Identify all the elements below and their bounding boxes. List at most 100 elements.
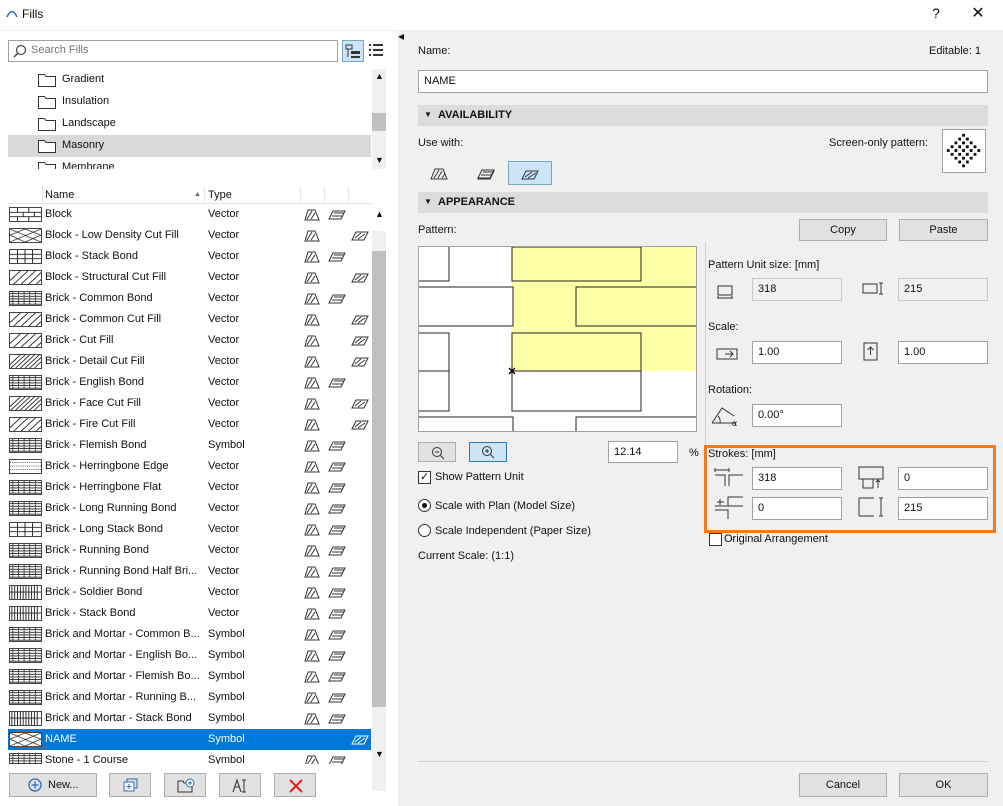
rotation-field[interactable]: 0.00° — [752, 404, 842, 427]
scale-x-field[interactable]: 1.00 — [752, 341, 842, 364]
scale-y-icon — [863, 342, 878, 361]
delete-button[interactable] — [274, 773, 316, 797]
list-scroll-thumb[interactable] — [372, 251, 386, 707]
fill-row[interactable]: Brick and Mortar - Stack Bond Symbol — [8, 708, 371, 729]
fill-row[interactable]: Brick - Herringbone Edge Vector — [8, 456, 371, 477]
new-folder-button[interactable] — [164, 773, 206, 797]
fill-type: Vector — [208, 502, 240, 514]
fill-row[interactable]: Brick - Flemish Bond Symbol — [8, 435, 371, 456]
use-with-walls-toggle[interactable] — [418, 161, 462, 185]
fill-type: Symbol — [208, 733, 245, 745]
fills-browser-panel: Gradient Insulation Landscape Masonry Membra… — [0, 31, 398, 806]
rename-button[interactable] — [219, 773, 261, 797]
fill-row[interactable]: Block - Low Density Cut Fill Vector — [8, 225, 371, 246]
fill-row[interactable]: Brick and Mortar - Common B... Symbol — [8, 624, 371, 645]
unit-size-label: Pattern Unit size: [mm] — [708, 259, 820, 271]
availability-section-header[interactable]: ▼ AVAILABILITY — [418, 105, 988, 126]
fill-row[interactable]: Brick - Detail Cut Fill Vector — [8, 351, 371, 372]
tree-view-button[interactable] — [342, 40, 364, 62]
new-button[interactable]: New... — [9, 773, 97, 797]
fill-row[interactable]: Block - Structural Cut Fill Vector — [8, 267, 371, 288]
cover-fill-icon — [328, 483, 346, 493]
fill-row[interactable]: Brick and Mortar - Running B... Symbol — [8, 687, 371, 708]
footer-separator — [418, 761, 988, 762]
fill-row[interactable]: Brick - Fire Cut Fill Vector — [8, 414, 371, 435]
fill-row[interactable]: Brick - English Bond Vector — [8, 372, 371, 393]
scale-with-plan-radio[interactable] — [418, 499, 431, 512]
fill-row[interactable]: Brick - Running Bond Vector — [8, 540, 371, 561]
fill-row[interactable]: Brick - Running Bond Half Bri... Vector — [8, 561, 371, 582]
appearance-section-header[interactable]: ▼ APPEARANCE — [418, 192, 988, 213]
appearance-title: APPEARANCE — [438, 196, 516, 208]
copy-button[interactable]: Copy — [799, 219, 887, 241]
help-button[interactable]: ? — [926, 5, 946, 25]
duplicate-icon — [123, 778, 138, 792]
fill-type: Vector — [208, 313, 240, 325]
duplicate-button[interactable] — [109, 773, 151, 797]
fill-row[interactable]: Brick and Mortar - English Bo... Symbol — [8, 645, 371, 666]
zoom-in-button[interactable] — [469, 442, 507, 462]
scroll-up-icon[interactable]: ▲ — [375, 209, 384, 219]
cover-fill-icon — [328, 693, 346, 703]
scroll-down-icon[interactable]: ▼ — [375, 155, 384, 165]
search-input[interactable] — [31, 44, 331, 56]
fill-row[interactable]: Block Vector — [8, 204, 371, 225]
cut-fill-icon — [304, 629, 320, 641]
fill-swatch — [9, 291, 42, 306]
zoom-out-button[interactable] — [418, 442, 456, 462]
fill-row[interactable]: Brick and Mortar - Flemish Bo... Symbol — [8, 666, 371, 687]
fill-row[interactable]: Stone - 1 Course Symbol — [8, 750, 371, 764]
folder-item[interactable]: Insulation — [8, 91, 371, 113]
scale-independent-radio[interactable] — [418, 524, 431, 537]
fill-type: Vector — [208, 292, 240, 304]
scale-y-field[interactable]: 1.00 — [898, 341, 988, 364]
fill-row[interactable]: Brick - Long Stack Bond Vector — [8, 519, 371, 540]
fill-name: Block - Structural Cut Fill — [45, 271, 167, 283]
list-view-icon[interactable] — [368, 42, 384, 58]
fill-row[interactable]: Block - Stack Bond Vector — [8, 246, 371, 267]
fill-row[interactable]: Brick - Soldier Bond Vector — [8, 582, 371, 603]
pattern-preview[interactable] — [418, 246, 697, 432]
add-icon — [28, 778, 42, 792]
cut-fill-icon — [304, 335, 320, 347]
cut-fill-icon — [304, 650, 320, 662]
folder-item[interactable]: Landscape — [8, 113, 371, 135]
fill-row[interactable]: NAME Symbol — [8, 729, 371, 750]
drafting-fill-icon — [351, 231, 369, 241]
paste-button[interactable]: Paste — [899, 219, 988, 241]
cover-fill-icon — [328, 546, 346, 556]
folder-scroll-thumb[interactable] — [372, 113, 386, 131]
folder-item[interactable]: Masonry — [8, 135, 371, 157]
folder-item[interactable]: Gradient — [8, 69, 371, 91]
close-button[interactable]: ✕ — [966, 3, 990, 25]
fill-swatch — [9, 669, 42, 684]
show-pattern-unit-checkbox[interactable]: ✓ — [418, 471, 431, 484]
fill-row[interactable]: Brick - Face Cut Fill Vector — [8, 393, 371, 414]
cancel-button[interactable]: Cancel — [799, 773, 887, 797]
column-name-header[interactable]: Name — [45, 189, 74, 201]
folder-item[interactable]: Membrane — [8, 157, 371, 169]
cut-fill-icon — [304, 692, 320, 704]
ok-button[interactable]: OK — [899, 773, 988, 797]
fill-row[interactable]: Brick - Long Running Bond Vector — [8, 498, 371, 519]
fill-row[interactable]: Brick - Cut Fill Vector — [8, 330, 371, 351]
drafting-fill-icon — [351, 336, 369, 346]
scroll-down-icon[interactable]: ▼ — [375, 749, 384, 759]
original-arrangement-checkbox[interactable] — [709, 533, 722, 546]
cut-fill-icon — [304, 440, 320, 452]
screen-only-pattern-preview[interactable] — [942, 129, 986, 173]
zoom-percent-field[interactable]: 12.14 — [608, 441, 678, 463]
search-box[interactable] — [8, 40, 338, 62]
use-with-drafting-toggle[interactable] — [508, 161, 552, 185]
use-with-surface-toggle[interactable] — [464, 161, 508, 185]
fill-name: Brick and Mortar - Stack Bond — [45, 712, 192, 724]
column-type-header[interactable]: Type — [208, 189, 232, 201]
scroll-up-icon[interactable]: ▲ — [375, 71, 384, 81]
fill-row[interactable]: Brick - Herringbone Flat Vector — [8, 477, 371, 498]
delete-icon — [289, 779, 303, 793]
fill-row[interactable]: Brick - Stack Bond Vector — [8, 603, 371, 624]
name-field[interactable]: NAME — [418, 70, 988, 93]
fill-name: Brick - Cut Fill — [45, 334, 114, 346]
fill-row[interactable]: Brick - Common Cut Fill Vector — [8, 309, 371, 330]
fill-row[interactable]: Brick - Common Bond Vector — [8, 288, 371, 309]
